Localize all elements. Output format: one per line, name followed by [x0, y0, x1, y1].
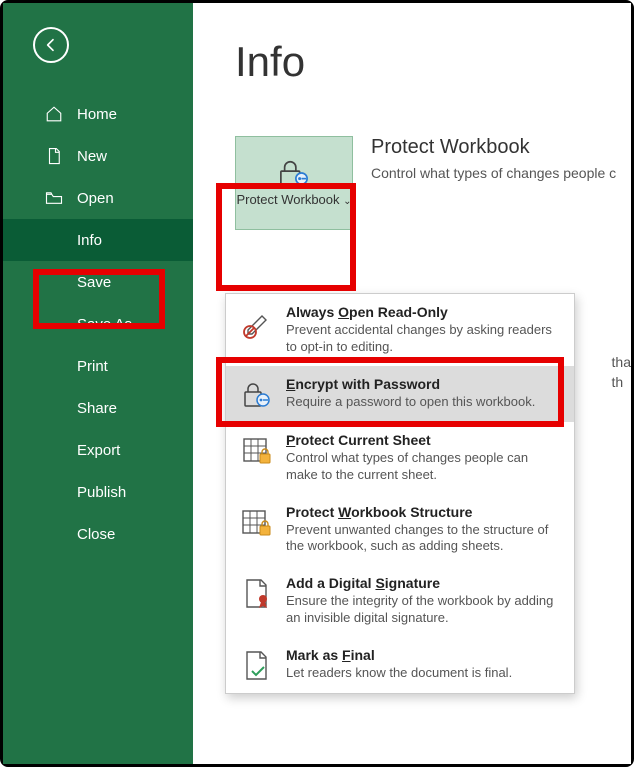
dropdown-item-title: Protect Current Sheet: [286, 432, 560, 448]
blank-icon: [45, 357, 63, 375]
sidebar-item-open[interactable]: Open: [3, 177, 193, 219]
sidebar-item-home[interactable]: Home: [3, 93, 193, 135]
page-title: Info: [235, 38, 631, 86]
back-arrow-icon: [43, 37, 59, 53]
blank-icon: [45, 525, 63, 543]
sidebar-item-export[interactable]: Export: [3, 429, 193, 471]
sidebar-item-label: Publish: [77, 484, 126, 501]
sidebar-item-save[interactable]: Save: [3, 261, 193, 303]
back-button[interactable]: [33, 27, 69, 63]
workbook-lock-icon: [240, 506, 274, 540]
new-file-icon: [45, 147, 63, 165]
blank-icon: [45, 231, 63, 249]
dropdown-item-title: Add a Digital Signature: [286, 575, 560, 591]
dropdown-item-title: Mark as Final: [286, 647, 560, 663]
protect-workbook-button[interactable]: Protect Workbook ⌄: [235, 136, 353, 230]
section-text: Protect Workbook Control what types of c…: [371, 136, 616, 181]
dropdown-item-protect-sheet[interactable]: Protect Current Sheet Control what types…: [226, 422, 574, 494]
sidebar-item-print[interactable]: Print: [3, 345, 193, 387]
folder-open-icon: [45, 189, 63, 207]
side-note: thath: [612, 353, 631, 392]
dropdown-item-desc: Control what types of changes people can…: [286, 450, 560, 484]
dropdown-item-read-only[interactable]: Always Open Read-Only Prevent accidental…: [226, 294, 574, 366]
protect-section: Protect Workbook ⌄ Protect Workbook Cont…: [235, 136, 631, 230]
blank-icon: [45, 273, 63, 291]
section-title: Protect Workbook: [371, 136, 616, 159]
dropdown-item-digital-signature[interactable]: Add a Digital Signature Ensure the integ…: [226, 565, 574, 637]
sidebar-item-share[interactable]: Share: [3, 387, 193, 429]
blank-icon: [45, 315, 63, 333]
sidebar-item-info[interactable]: Info: [3, 219, 193, 261]
dropdown-item-protect-structure[interactable]: Protect Workbook Structure Prevent unwan…: [226, 494, 574, 566]
sheet-lock-icon: [240, 434, 274, 468]
dropdown-item-title: Encrypt with Password: [286, 376, 560, 392]
sidebar-item-close[interactable]: Close: [3, 513, 193, 555]
sidebar-item-label: Home: [77, 106, 117, 123]
dropdown-item-title: Protect Workbook Structure: [286, 504, 560, 520]
dropdown-item-desc: Prevent unwanted changes to the structur…: [286, 522, 560, 556]
pencil-prohibit-icon: [240, 306, 274, 340]
sidebar-item-label: Close: [77, 526, 115, 543]
blank-icon: [45, 441, 63, 459]
lock-key-icon: [275, 158, 313, 188]
sidebar-item-label: Print: [77, 358, 108, 375]
protect-workbook-dropdown: Always Open Read-Only Prevent accidental…: [225, 293, 575, 694]
backstage-sidebar: Home New Open Info Save Save As Print Sh…: [3, 3, 193, 764]
dropdown-item-mark-final[interactable]: Mark as Final Let readers know the docum…: [226, 637, 574, 693]
sidebar-item-label: Save: [77, 274, 111, 291]
lock-key-icon: [240, 378, 274, 412]
sidebar-item-save-as[interactable]: Save As: [3, 303, 193, 345]
dropdown-item-desc: Let readers know the document is final.: [286, 665, 560, 682]
sidebar-item-label: Export: [77, 442, 120, 459]
protect-button-label: Protect Workbook ⌄: [236, 192, 351, 208]
dropdown-item-title: Always Open Read-Only: [286, 304, 560, 320]
sidebar-item-label: Save As: [77, 316, 132, 333]
file-check-icon: [240, 649, 274, 683]
blank-icon: [45, 483, 63, 501]
certificate-icon: [240, 577, 274, 611]
sidebar-item-publish[interactable]: Publish: [3, 471, 193, 513]
blank-icon: [45, 399, 63, 417]
dropdown-item-desc: Ensure the integrity of the workbook by …: [286, 593, 560, 627]
sidebar-item-label: Open: [77, 190, 114, 207]
dropdown-item-desc: Require a password to open this workbook…: [286, 394, 560, 411]
section-desc: Control what types of changes people c: [371, 165, 616, 181]
sidebar-item-new[interactable]: New: [3, 135, 193, 177]
sidebar-item-label: New: [77, 148, 107, 165]
dropdown-item-encrypt-password[interactable]: Encrypt with Password Require a password…: [226, 366, 574, 422]
home-icon: [45, 105, 63, 123]
sidebar-item-label: Share: [77, 400, 117, 417]
sidebar-item-label: Info: [77, 232, 102, 249]
dropdown-item-desc: Prevent accidental changes by asking rea…: [286, 322, 560, 356]
